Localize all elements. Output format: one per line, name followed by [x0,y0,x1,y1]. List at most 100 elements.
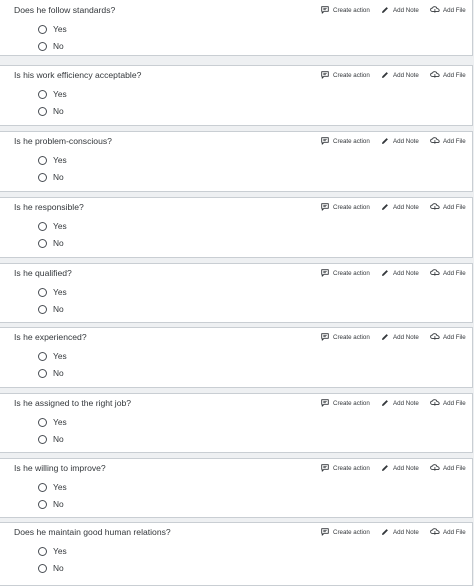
yes-radio[interactable] [38,546,47,556]
question-title: Is he willing to improve? [14,463,106,473]
option-no[interactable]: No [38,304,64,314]
create-action-button[interactable]: Create action [320,268,370,278]
question-actions: Create action Add Note Add File [320,136,472,148]
no-radio[interactable] [38,41,47,51]
yes-radio[interactable] [38,221,47,231]
add-file-button[interactable]: Add File [430,70,466,80]
cloud-upload-icon [430,398,440,408]
cloud-upload-icon [430,70,440,80]
add-note-label: Add Note [393,269,419,277]
option-no[interactable]: No [38,499,64,509]
yes-radio[interactable] [38,155,47,165]
yes-label: Yes [53,221,67,231]
create-action-button[interactable]: Create action [320,70,370,80]
option-yes[interactable]: Yes [38,417,67,427]
no-radio[interactable] [38,563,47,573]
add-note-button[interactable]: Add Note [380,332,419,342]
question-card: Does he follow standards? Create action Ad… [0,0,473,56]
pencil-icon [380,332,390,342]
add-file-button[interactable]: Add File [430,527,466,537]
create-action-label: Create action [333,71,370,79]
yes-radio[interactable] [38,89,47,99]
yes-radio[interactable] [38,287,47,297]
comment-icon [320,268,330,278]
create-action-button[interactable]: Create action [320,5,370,15]
yes-radio[interactable] [38,417,47,427]
cloud-upload-icon [430,463,440,473]
create-action-button[interactable]: Create action [320,463,370,473]
pencil-icon [380,463,390,473]
option-no[interactable]: No [38,106,64,116]
no-radio[interactable] [38,434,47,444]
add-note-button[interactable]: Add Note [380,136,419,146]
create-action-button[interactable]: Create action [320,398,370,408]
add-note-button[interactable]: Add Note [380,5,419,15]
no-label: No [53,106,64,116]
add-file-label: Add File [443,399,466,407]
option-yes[interactable]: Yes [38,155,67,165]
add-note-button[interactable]: Add Note [380,268,419,278]
no-radio[interactable] [38,172,47,182]
add-file-button[interactable]: Add File [430,398,466,408]
option-yes[interactable]: Yes [38,546,67,556]
option-yes[interactable]: Yes [38,287,67,297]
no-radio[interactable] [38,238,47,248]
add-file-label: Add File [443,528,466,536]
option-no[interactable]: No [38,238,64,248]
pencil-icon [380,527,390,537]
option-yes[interactable]: Yes [38,24,67,34]
add-file-label: Add File [443,137,466,145]
add-note-button[interactable]: Add Note [380,463,419,473]
yes-radio[interactable] [38,351,47,361]
add-file-button[interactable]: Add File [430,463,466,473]
question-card: Is he responsible? Create action Add Note A… [0,197,473,258]
add-note-button[interactable]: Add Note [380,527,419,537]
add-note-button[interactable]: Add Note [380,202,419,212]
option-no[interactable]: No [38,434,64,444]
no-radio[interactable] [38,499,47,509]
create-action-label: Create action [333,137,370,145]
option-yes[interactable]: Yes [38,351,67,361]
question-title: Is he responsible? [14,202,84,212]
add-note-label: Add Note [393,6,419,14]
option-no[interactable]: No [38,41,64,51]
yes-radio[interactable] [38,482,47,492]
add-file-button[interactable]: Add File [430,5,466,15]
option-yes[interactable]: Yes [38,482,67,492]
add-file-button[interactable]: Add File [430,268,466,278]
yes-radio[interactable] [38,24,47,34]
add-note-label: Add Note [393,464,419,472]
no-radio[interactable] [38,304,47,314]
create-action-button[interactable]: Create action [320,136,370,146]
pencil-icon [380,202,390,212]
create-action-button[interactable]: Create action [320,332,370,342]
option-no[interactable]: No [38,368,64,378]
create-action-button[interactable]: Create action [320,527,370,537]
option-yes[interactable]: Yes [38,221,67,231]
yes-label: Yes [53,287,67,297]
add-note-button[interactable]: Add Note [380,398,419,408]
comment-icon [320,5,330,15]
create-action-label: Create action [333,203,370,211]
no-label: No [53,368,64,378]
add-note-label: Add Note [393,399,419,407]
question-actions: Create action Add Note Add File [320,463,472,475]
add-file-button[interactable]: Add File [430,136,466,146]
comment-icon [320,202,330,212]
add-file-label: Add File [443,333,466,341]
no-radio[interactable] [38,368,47,378]
option-yes[interactable]: Yes [38,89,67,99]
question-actions: Create action Add Note Add File [320,5,472,17]
add-file-button[interactable]: Add File [430,332,466,342]
create-action-button[interactable]: Create action [320,202,370,212]
no-radio[interactable] [38,106,47,116]
option-no[interactable]: No [38,172,64,182]
add-file-label: Add File [443,71,466,79]
add-file-button[interactable]: Add File [430,202,466,212]
option-no[interactable]: No [38,563,64,573]
add-note-button[interactable]: Add Note [380,70,419,80]
yes-label: Yes [53,24,67,34]
create-action-label: Create action [333,269,370,277]
question-title: Does he follow standards? [14,5,116,15]
no-label: No [53,41,64,51]
